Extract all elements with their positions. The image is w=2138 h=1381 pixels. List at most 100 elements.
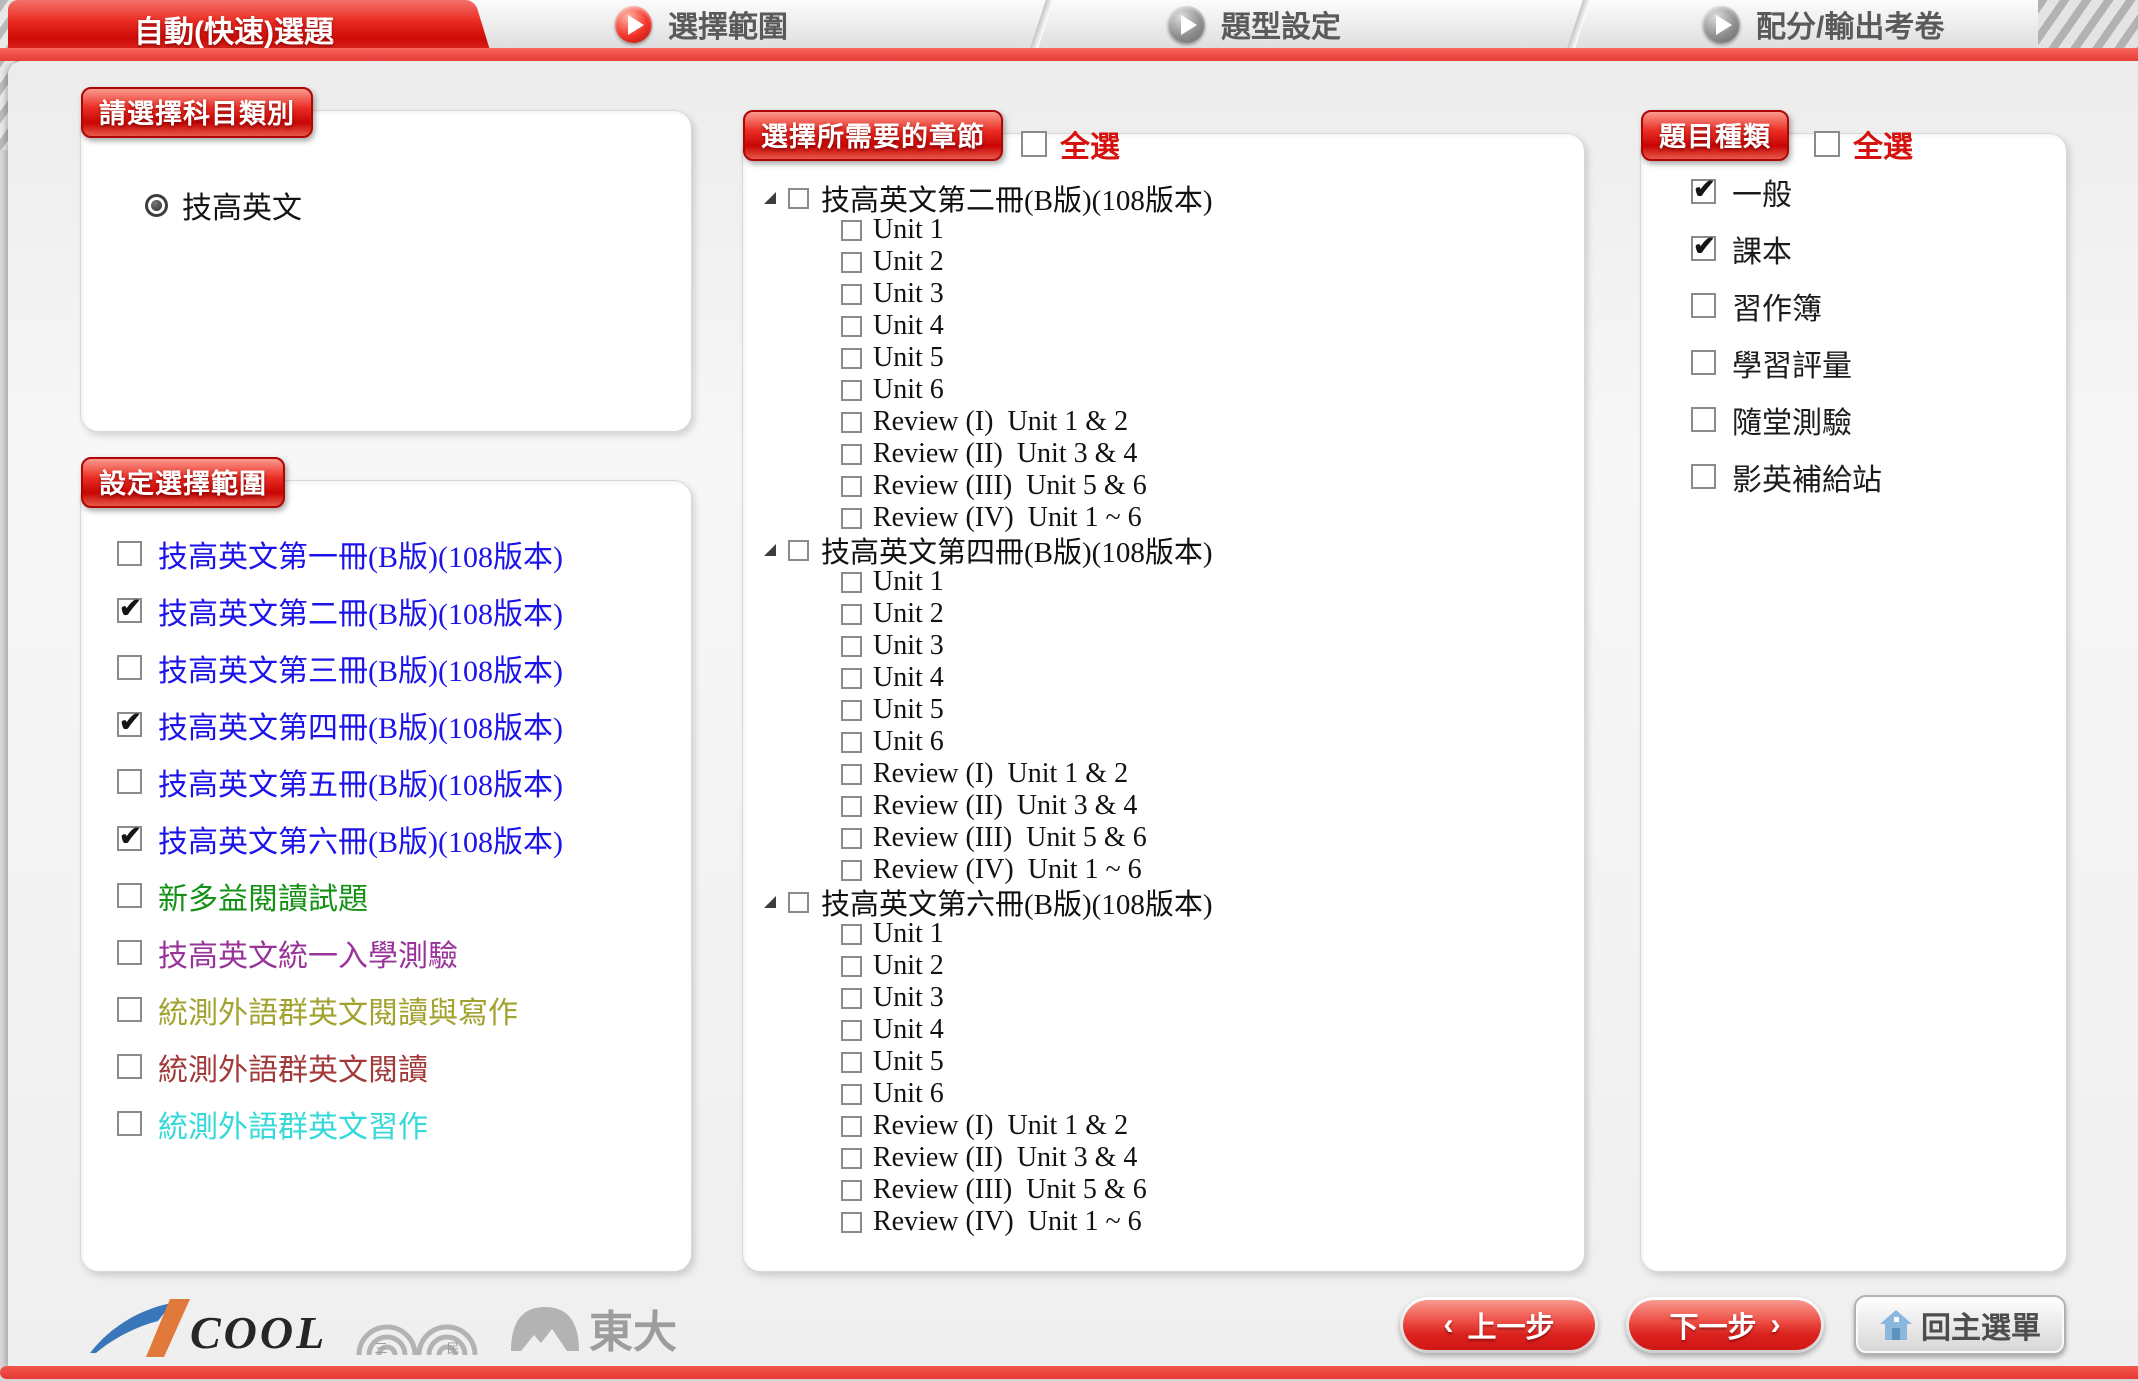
chapter-book-checkbox[interactable]: [788, 892, 809, 913]
question-kind-checkbox[interactable]: [1691, 407, 1716, 432]
question-kind-checkbox[interactable]: [1691, 179, 1716, 204]
range-item-checkbox[interactable]: [117, 997, 142, 1022]
chapter-book-checkbox[interactable]: [788, 540, 809, 561]
chapter-unit-checkbox[interactable]: [841, 508, 862, 529]
chapter-unit-checkbox[interactable]: [841, 1116, 862, 1137]
chapter-book-row[interactable]: 技高英文第二冊(B版)(108版本): [764, 182, 1574, 214]
range-item-row[interactable]: 技高英文統一入學測驗: [117, 924, 679, 981]
chapter-unit-checkbox[interactable]: [841, 476, 862, 497]
range-item-row[interactable]: 新多益閱讀試題: [117, 867, 679, 924]
chapter-unit-checkbox[interactable]: [841, 572, 862, 593]
chapter-unit-checkbox[interactable]: [841, 700, 862, 721]
question-kind-checkbox[interactable]: [1691, 350, 1716, 375]
chapter-unit-checkbox[interactable]: [841, 924, 862, 945]
chapter-unit-row[interactable]: Unit 4: [841, 310, 1574, 342]
question-kind-row[interactable]: 課本: [1691, 220, 2056, 277]
types-select-all[interactable]: 全選: [1814, 122, 1913, 166]
chapter-unit-row[interactable]: Unit 4: [841, 662, 1574, 694]
range-item-checkbox[interactable]: [117, 712, 142, 737]
chapter-unit-checkbox[interactable]: [841, 1084, 862, 1105]
chapter-unit-checkbox[interactable]: [841, 284, 862, 305]
chapter-unit-row[interactable]: Review (I) Unit 1 & 2: [841, 758, 1574, 790]
range-item-row[interactable]: 技高英文第三冊(B版)(108版本): [117, 639, 679, 696]
chapter-unit-row[interactable]: Unit 6: [841, 726, 1574, 758]
subject-radio-row[interactable]: 技高英文: [145, 183, 302, 227]
chapter-unit-row[interactable]: Unit 2: [841, 950, 1574, 982]
chapter-unit-checkbox[interactable]: [841, 1180, 862, 1201]
chapter-unit-checkbox[interactable]: [841, 348, 862, 369]
chapter-unit-checkbox[interactable]: [841, 1020, 862, 1041]
chapter-book-checkbox[interactable]: [788, 188, 809, 209]
range-item-checkbox[interactable]: [117, 1054, 142, 1079]
chapter-unit-row[interactable]: Review (IV) Unit 1 ~ 6: [841, 1206, 1574, 1238]
question-kind-row[interactable]: 影英補給站: [1691, 448, 2056, 505]
tree-expanded-icon[interactable]: [764, 896, 776, 908]
question-kind-checkbox[interactable]: [1691, 236, 1716, 261]
chapter-unit-row[interactable]: Unit 5: [841, 342, 1574, 374]
chapter-unit-row[interactable]: Unit 3: [841, 982, 1574, 1014]
chapter-unit-row[interactable]: Review (III) Unit 5 & 6: [841, 1174, 1574, 1206]
chapter-unit-row[interactable]: Unit 3: [841, 630, 1574, 662]
range-item-row[interactable]: 技高英文第一冊(B版)(108版本): [117, 525, 679, 582]
range-item-checkbox[interactable]: [117, 769, 142, 794]
chapter-unit-row[interactable]: Review (II) Unit 3 & 4: [841, 438, 1574, 470]
range-item-checkbox[interactable]: [117, 1111, 142, 1136]
chapter-unit-row[interactable]: Unit 2: [841, 598, 1574, 630]
return-main-menu-button[interactable]: 回主選單: [1854, 1295, 2066, 1355]
chapter-book-row[interactable]: 技高英文第四冊(B版)(108版本): [764, 534, 1574, 566]
chapter-unit-checkbox[interactable]: [841, 956, 862, 977]
range-item-checkbox[interactable]: [117, 541, 142, 566]
question-kind-checkbox[interactable]: [1691, 464, 1716, 489]
range-item-row[interactable]: 技高英文第六冊(B版)(108版本): [117, 810, 679, 867]
range-item-checkbox[interactable]: [117, 883, 142, 908]
chapter-unit-row[interactable]: Review (III) Unit 5 & 6: [841, 470, 1574, 502]
question-kind-row[interactable]: 習作簿: [1691, 277, 2056, 334]
chapter-unit-checkbox[interactable]: [841, 444, 862, 465]
types-select-all-checkbox[interactable]: [1814, 131, 1840, 157]
chapter-unit-checkbox[interactable]: [841, 988, 862, 1009]
range-item-row[interactable]: 統測外語群英文習作: [117, 1095, 679, 1152]
range-item-checkbox[interactable]: [117, 940, 142, 965]
chapters-select-all[interactable]: 全選: [1021, 122, 1120, 166]
subject-radio[interactable]: [145, 194, 168, 217]
chapter-unit-checkbox[interactable]: [841, 732, 862, 753]
chapter-unit-checkbox[interactable]: [841, 1148, 862, 1169]
chapter-unit-row[interactable]: Review (I) Unit 1 & 2: [841, 1110, 1574, 1142]
chapter-unit-checkbox[interactable]: [841, 636, 862, 657]
chapter-unit-row[interactable]: Unit 6: [841, 1078, 1574, 1110]
chapter-unit-row[interactable]: Unit 5: [841, 694, 1574, 726]
tab-score-output[interactable]: 配分/輸出考卷: [1703, 0, 1944, 48]
chapter-unit-row[interactable]: Unit 2: [841, 246, 1574, 278]
range-item-row[interactable]: 技高英文第二冊(B版)(108版本): [117, 582, 679, 639]
range-item-row[interactable]: 技高英文第五冊(B版)(108版本): [117, 753, 679, 810]
question-kind-row[interactable]: 隨堂測驗: [1691, 391, 2056, 448]
chapter-unit-checkbox[interactable]: [841, 380, 862, 401]
chapter-unit-checkbox[interactable]: [841, 668, 862, 689]
chapter-unit-row[interactable]: Unit 4: [841, 1014, 1574, 1046]
range-item-row[interactable]: 技高英文第四冊(B版)(108版本): [117, 696, 679, 753]
question-kind-row[interactable]: 學習評量: [1691, 334, 2056, 391]
chapter-unit-checkbox[interactable]: [841, 316, 862, 337]
range-item-checkbox[interactable]: [117, 598, 142, 623]
chapter-unit-checkbox[interactable]: [841, 1052, 862, 1073]
chapter-unit-row[interactable]: Review (III) Unit 5 & 6: [841, 822, 1574, 854]
chapter-unit-checkbox[interactable]: [841, 604, 862, 625]
question-kind-row[interactable]: 一般: [1691, 163, 2056, 220]
chapter-unit-row[interactable]: Unit 3: [841, 278, 1574, 310]
chapter-unit-row[interactable]: Review (I) Unit 1 & 2: [841, 406, 1574, 438]
chapters-select-all-checkbox[interactable]: [1021, 131, 1047, 157]
chapter-unit-row[interactable]: Review (II) Unit 3 & 4: [841, 1142, 1574, 1174]
chapter-unit-checkbox[interactable]: [841, 860, 862, 881]
previous-step-button[interactable]: ‹ 上一步: [1400, 1297, 1598, 1353]
chapter-unit-checkbox[interactable]: [841, 1212, 862, 1233]
chapter-unit-checkbox[interactable]: [841, 220, 862, 241]
chapter-unit-checkbox[interactable]: [841, 252, 862, 273]
tab-question-type-settings[interactable]: 題型設定: [1168, 0, 1341, 48]
next-step-button[interactable]: 下一步 ›: [1626, 1297, 1824, 1353]
tree-expanded-icon[interactable]: [764, 544, 776, 556]
chapter-unit-row[interactable]: Review (II) Unit 3 & 4: [841, 790, 1574, 822]
tab-auto-quick-pick[interactable]: 自動(快速)選題: [8, 0, 460, 48]
range-item-checkbox[interactable]: [117, 826, 142, 851]
chapter-book-row[interactable]: 技高英文第六冊(B版)(108版本): [764, 886, 1574, 918]
chapter-unit-row[interactable]: Unit 6: [841, 374, 1574, 406]
